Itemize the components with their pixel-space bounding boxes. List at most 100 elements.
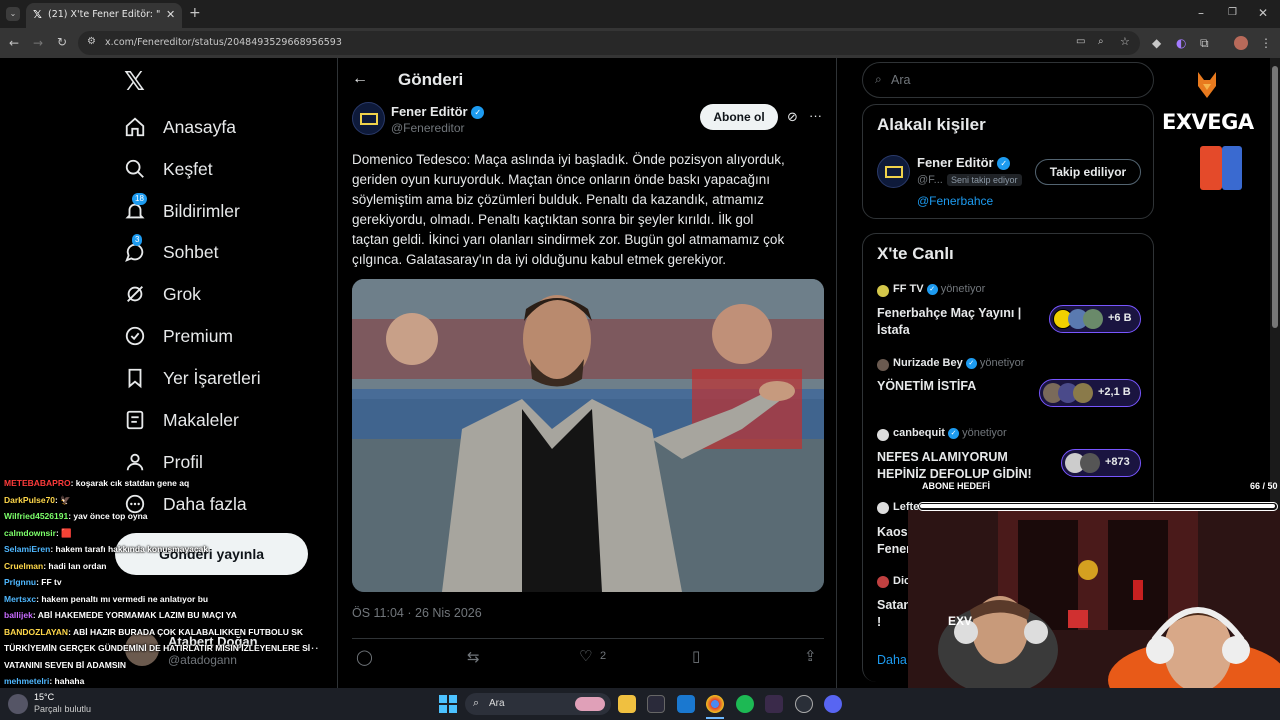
next-app-icon[interactable]	[765, 695, 783, 713]
post-image[interactable]	[352, 279, 824, 592]
discord-icon[interactable]	[824, 695, 842, 713]
author-name[interactable]: Fener Editör ✓	[391, 104, 485, 120]
repost-icon[interactable]: ⇆	[467, 648, 480, 666]
close-window-icon[interactable]: ✕	[1258, 6, 1268, 20]
site-info-icon[interactable]: ⚙	[87, 36, 96, 47]
browser-tab-bar: ⌄ 𝕏 (21) X'te Fener Editör: "Domenic ✕ +…	[0, 0, 1280, 28]
chat-username[interactable]: Cruelman	[4, 561, 43, 571]
nav-item-notifications[interactable]: 18 Bildirimler	[120, 191, 240, 231]
install-app-icon[interactable]: ▭	[1076, 36, 1085, 47]
file-explorer-icon[interactable]	[618, 695, 636, 713]
nav-item-articles[interactable]: Makaleler	[120, 400, 239, 440]
search-highlight-icon	[575, 697, 605, 711]
live-item-title: NEFES ALAMIYORUM HEPİNİZ DEFOLUP GİDİN!	[877, 449, 1032, 483]
host-name-text: canbequit	[893, 427, 945, 439]
steam-icon[interactable]	[795, 695, 813, 713]
chat-username[interactable]: DarkPulse70	[4, 495, 55, 505]
nav-item-grok[interactable]: Grok	[120, 274, 201, 314]
related-name[interactable]: Fener Editör ✓	[917, 155, 1011, 171]
live-item[interactable]: FF TV ✓ yönetiyor Fenerbahçe Maç Yayını …	[877, 283, 1147, 343]
nav-label: Makaleler	[163, 409, 239, 430]
new-tab-icon[interactable]: +	[189, 6, 201, 20]
menu-kebab-icon[interactable]: ⋮	[1260, 36, 1272, 50]
bio-link[interactable]: @Fenerbahce	[917, 194, 993, 208]
bookmark-star-icon[interactable]: ☆	[1120, 35, 1130, 48]
author-avatar[interactable]	[352, 102, 385, 135]
post-line: Domenico Tedesco: Maça aslında iyi başla…	[352, 152, 785, 167]
chat-username[interactable]: Mertsxc	[4, 594, 36, 604]
extension-2-icon[interactable]: ◐	[1176, 36, 1186, 50]
energy-can-orange	[1200, 146, 1222, 190]
back-icon[interactable]: ←	[9, 36, 19, 50]
chat-username[interactable]: mehmetelri	[4, 676, 49, 686]
subscribe-button[interactable]: Abone ol	[700, 104, 778, 130]
weather-desc: Parçalı bulutlu	[34, 704, 92, 714]
zoom-icon[interactable]: ⌕	[1098, 36, 1104, 47]
extensions-puzzle-icon[interactable]: ⧉	[1200, 36, 1209, 50]
related-handle: @F...	[917, 174, 943, 186]
windows-start-icon[interactable]	[439, 695, 457, 713]
store-icon[interactable]	[647, 695, 665, 713]
restore-icon[interactable]: ❐	[1228, 6, 1237, 20]
bell-icon: 18	[120, 193, 150, 226]
chrome-icon[interactable]	[706, 695, 724, 713]
nav-label: Profil	[163, 451, 203, 472]
chat-message: ballijek: ABİ HAKEMEDE YORMAMAK LAZIM BU…	[4, 610, 237, 620]
chat-message: Prlgnnu: FF tv	[4, 577, 62, 587]
chat-username[interactable]: METEBABAPRO	[4, 478, 71, 488]
post-timestamp[interactable]: ÖS 11:04 · 26 Nis 2026	[352, 606, 482, 620]
show-more-link[interactable]: Daha	[877, 653, 907, 667]
articles-icon	[120, 405, 150, 435]
bookmark-action-icon[interactable]: ▯	[692, 647, 700, 665]
nav-item-bookmarks[interactable]: Yer İşaretleri	[120, 358, 261, 398]
nav-item-premium[interactable]: Premium	[120, 316, 233, 356]
close-tab-icon[interactable]: ✕	[166, 8, 175, 21]
chat-text: : hakem penaltı mı vermedi ne anlatıyor …	[36, 593, 209, 604]
reload-icon[interactable]: ↻	[57, 35, 67, 49]
related-avatar[interactable]	[877, 155, 910, 188]
nav-item-explore[interactable]: Keşfet	[120, 149, 213, 189]
back-arrow-icon[interactable]: ←	[352, 70, 368, 88]
minimize-icon[interactable]: –	[1198, 6, 1204, 20]
spotify-icon[interactable]	[736, 695, 754, 713]
chat-username[interactable]: calmdownsir	[4, 528, 56, 538]
chat-username[interactable]: Wilfried4526191	[4, 511, 68, 521]
search-input[interactable]: ⌕ Ara	[862, 62, 1154, 98]
chat-username[interactable]: BANDOZLAYAN	[4, 627, 68, 637]
grok-icon	[120, 279, 150, 309]
reply-icon[interactable]: ◯	[356, 648, 373, 666]
listener-avatar	[1083, 309, 1103, 329]
chat-message: Cruelman: hadi lan ordan	[4, 561, 107, 571]
chat-icon: 3	[120, 234, 150, 267]
chat-text: VATANINI SEVEN Bİ ADAMSIN	[4, 659, 126, 670]
tab-list-icon[interactable]: ⌄	[6, 7, 20, 21]
following-button[interactable]: Takip ediliyor	[1035, 159, 1141, 185]
like-count: 2	[600, 650, 607, 662]
post-more-icon[interactable]: ···	[809, 108, 822, 123]
taskbar-search[interactable]: ⌕ Ara	[465, 693, 611, 715]
live-item[interactable]: canbequit ✓ yönetiyor NEFES ALAMIYORUM HE…	[877, 427, 1147, 487]
x-logo-icon[interactable]: 𝕏	[124, 66, 152, 96]
chat-username[interactable]: SelamiEren	[4, 544, 50, 554]
chat-username[interactable]: ballijek	[4, 610, 33, 620]
mail-icon[interactable]	[677, 695, 695, 713]
live-item[interactable]: Nurizade Bey ✓ yönetiyor YÖNETİM İSTİFA …	[877, 357, 1147, 407]
fener-logo-icon	[360, 113, 378, 125]
profile-avatar-icon[interactable]	[1234, 36, 1248, 50]
live-title-line: !	[877, 615, 882, 629]
premium-icon	[120, 321, 150, 351]
taskbar-search-label: Ara	[489, 698, 505, 709]
weather-icon[interactable]	[8, 694, 28, 714]
share-icon[interactable]: ⇪	[804, 647, 817, 665]
nav-item-chat[interactable]: 3 Sohbet	[120, 232, 218, 272]
chat-text: : 🦅	[55, 494, 71, 505]
url-field[interactable]: ⚙ x.com/Fenereditor/status/2048493529668…	[78, 31, 1140, 55]
grok-explain-icon[interactable]: ⊘	[787, 109, 798, 125]
nav-item-home[interactable]: Anasayfa	[120, 107, 236, 147]
chat-username[interactable]: Prlgnnu	[4, 577, 36, 587]
forward-icon[interactable]: →	[33, 36, 43, 50]
extension-icon[interactable]: ◆	[1152, 36, 1161, 50]
scrollbar-thumb[interactable]	[1272, 66, 1278, 328]
browser-tab[interactable]: 𝕏 (21) X'te Fener Editör: "Domenic ✕	[26, 3, 182, 28]
like-icon[interactable]: ♡	[579, 647, 592, 665]
